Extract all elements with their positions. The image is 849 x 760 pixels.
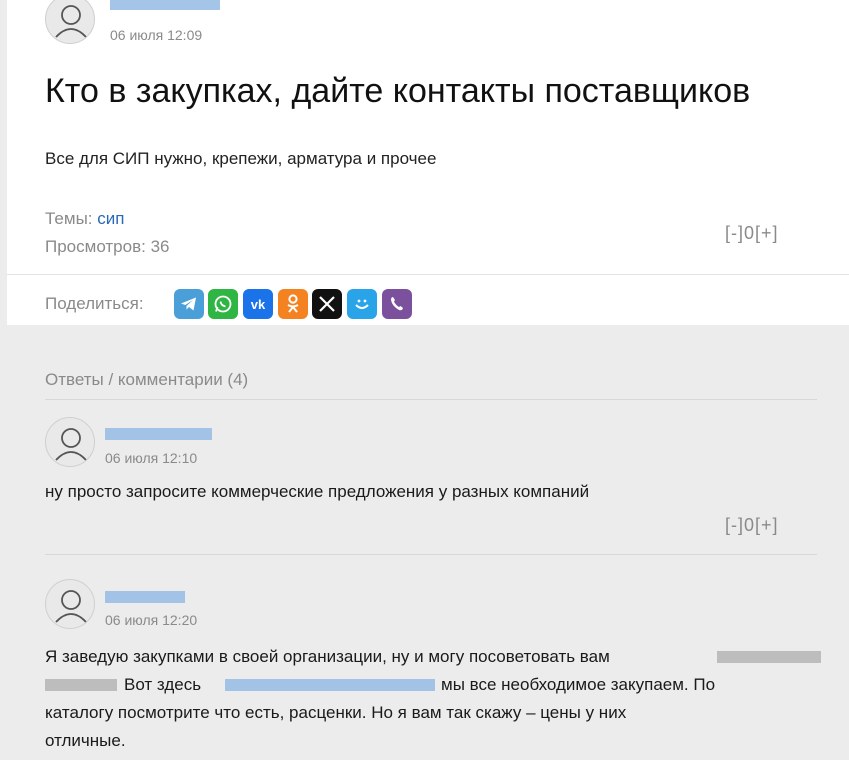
views-label: Просмотров: [45,237,146,256]
comment-text: ну просто запросите коммерческие предлож… [45,482,590,501]
redacted-link[interactable] [225,679,435,691]
viber-icon [391,297,403,311]
odnoklassniki-icon [287,294,299,313]
post-divider [7,274,849,275]
share-viber-button[interactable] [382,289,412,319]
svg-text:vk: vk [251,297,266,311]
vote-count: 0 [744,223,756,243]
post-date: 06 июля 12:09 [110,27,203,43]
share-whatsapp-button[interactable] [208,289,238,319]
vote-down-button[interactable]: [-] [725,515,744,535]
comment-divider [45,554,817,555]
vote-up-button[interactable]: [+] [755,515,779,535]
share-moimir-button[interactable] [347,289,377,319]
post-title: Кто в закупках, дайте контакты поставщик… [45,72,751,110]
comments-header-divider [45,399,817,400]
share-x-button[interactable] [312,289,342,319]
comment-avatar[interactable] [45,417,95,467]
share-odnoklassniki-button[interactable] [278,289,308,319]
comment-text-part: Вот здесь [124,675,202,694]
author-name-redacted[interactable] [110,0,220,10]
vote-down-button[interactable]: [-] [725,223,744,243]
topic-link[interactable]: сип [97,209,124,228]
user-icon [55,590,87,623]
comment-date: 06 июля 12:10 [105,450,198,466]
user-icon [55,428,87,461]
post-topics: Темы: сип [45,209,124,229]
comment-author-redacted[interactable] [105,428,212,440]
share-label: Поделиться: [45,294,144,313]
page-left-strip [0,0,7,760]
comments-header: Ответы / комментарии (4) [45,370,249,389]
vote-up-button[interactable]: [+] [755,223,779,243]
whatsapp-icon [214,295,232,313]
views-count: 36 [150,237,170,256]
comment-text-line: Я заведую закупками в своей организации,… [45,643,610,671]
comment-text-line: отличные. [45,731,126,750]
comment-vote: [-]0[+] [725,515,779,536]
post-views: Просмотров: 36 [45,237,170,257]
share-telegram-button[interactable] [174,289,204,319]
telegram-icon [181,297,196,311]
post-body: Все для СИП нужно, крепежи, арматура и п… [45,149,437,168]
comment-author-redacted[interactable] [105,591,185,603]
share-vk-button[interactable]: vk [243,289,273,319]
author-avatar[interactable] [45,0,95,44]
redacted-company-name [717,651,821,663]
vk-icon: vk [251,297,266,311]
user-icon [55,5,87,38]
comment-text-part: мы все необходимое закупаем. По [441,675,716,694]
comment-date: 06 июля 12:20 [105,612,198,628]
post-vote: [-]0[+] [725,223,779,244]
comment-text-line: каталогу посмотрите что есть, расценки. … [45,703,627,722]
comments-section: Ответы / комментарии (4) 06 июля 12:10 н… [7,325,849,760]
topics-label: Темы: [45,209,93,228]
redacted-company-name [45,679,117,691]
x-icon [319,296,335,312]
comment-text-part: Я заведую закупками в своей организации,… [45,647,610,666]
post-card: 06 июля 12:09 Кто в закупках, дайте конт… [7,0,849,325]
moimir-icon [355,299,369,309]
comment-avatar[interactable] [45,579,95,629]
vote-count: 0 [744,515,756,535]
